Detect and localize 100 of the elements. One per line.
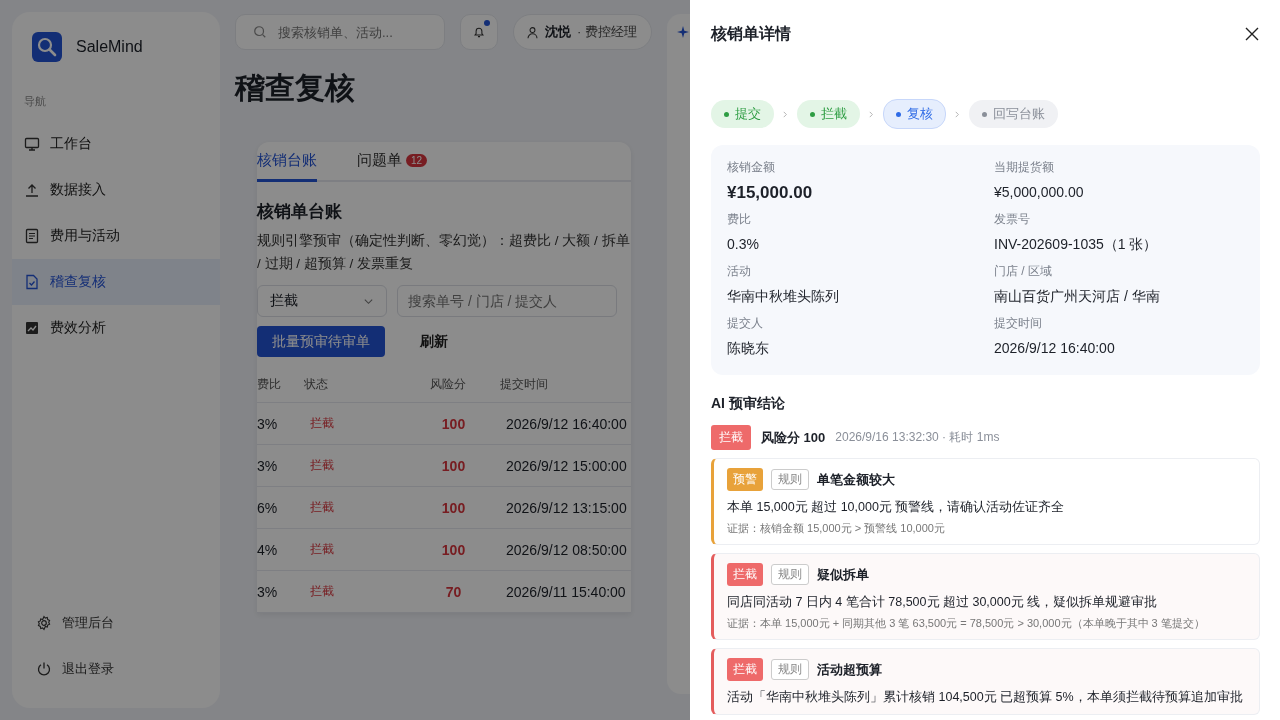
nav-item[interactable]: 工作台 bbox=[12, 121, 220, 167]
field-label: 当期提货额 bbox=[994, 159, 1055, 176]
field-label: 门店 / 区域 bbox=[994, 263, 1053, 280]
field-value: ¥15,000.00 bbox=[727, 183, 814, 203]
search-field[interactable]: 搜索核销单、活动... bbox=[235, 14, 445, 50]
upload-icon bbox=[24, 182, 40, 198]
drawer-title: 核销单详情 bbox=[711, 23, 791, 44]
column-header: 风险分 bbox=[428, 376, 467, 393]
verdict-tag: 拦截 bbox=[711, 425, 751, 450]
column-header: 费比 bbox=[257, 376, 282, 393]
risk-score: 100 bbox=[440, 457, 467, 474]
table-cell-text: 6% bbox=[257, 499, 279, 516]
search-field[interactable]: 搜索单号 / 门店 / 提交人 bbox=[397, 285, 617, 317]
table-cell-text: 2026/9/12 13:15:00 bbox=[506, 499, 628, 516]
severity-tag: 拦截 bbox=[727, 563, 763, 586]
tab[interactable]: 问题单 12 bbox=[357, 142, 428, 182]
table-cell-text: 3% bbox=[257, 415, 279, 432]
section-title: 核销单台账 bbox=[257, 201, 343, 223]
field-value: 南山百货广州天河店 / 华南 bbox=[994, 288, 1161, 306]
source-tag: 规则 bbox=[771, 564, 809, 585]
step-pill: 拦截 bbox=[797, 100, 860, 128]
settings-icon bbox=[36, 615, 52, 631]
table-cell-text: 2026/9/12 15:00:00 bbox=[506, 457, 628, 474]
user-name: 沈悦 bbox=[545, 23, 571, 41]
status-select[interactable]: 拦截 bbox=[257, 285, 387, 317]
table-cell-text: 3% bbox=[257, 457, 279, 474]
sidebar-footer-item[interactable]: 退出登录 bbox=[36, 646, 220, 692]
power-icon bbox=[36, 661, 52, 677]
field-label: 核销金额 bbox=[727, 159, 776, 176]
logo-icon bbox=[32, 32, 62, 62]
close-icon[interactable] bbox=[1244, 26, 1260, 42]
status-text: 拦截 bbox=[309, 541, 335, 558]
risk-score: 100 bbox=[440, 499, 467, 516]
nav-item[interactable]: 费效分析 bbox=[12, 305, 220, 351]
field-label: 活动 bbox=[727, 263, 752, 280]
search-icon bbox=[253, 25, 267, 39]
batch-review-button[interactable]: 批量预审待审单 bbox=[257, 326, 385, 357]
table-cell-text: 2026/9/12 08:50:00 bbox=[506, 541, 628, 558]
rule-message: 同店同活动 7 日内 4 笔合计 78,500元 超过 30,000元 线，疑似拆单规避审批 bbox=[727, 594, 1159, 611]
count-badge: 12 bbox=[406, 154, 428, 167]
source-tag: 规则 bbox=[771, 469, 809, 490]
risk-score: 100 bbox=[440, 415, 467, 432]
rule-evidence: 证据：核销金额 15,000元 > 预警线 10,000元 bbox=[727, 521, 946, 536]
status-text: 拦截 bbox=[309, 415, 335, 432]
field-value: INV-202609-1035（1 张） bbox=[994, 236, 1159, 254]
rule-message: 本单 15,000元 超过 10,000元 预警线，请确认活动佐证齐全 bbox=[727, 499, 1066, 516]
refresh-button[interactable]: 刷新 bbox=[405, 326, 463, 357]
tab[interactable]: 核销台账 bbox=[257, 142, 317, 182]
user-menu[interactable]: 沈悦 · 费控经理 bbox=[513, 14, 652, 50]
risk-score: 风险分 100 bbox=[761, 428, 826, 447]
field-value: 2026/9/12 16:40:00 bbox=[994, 340, 1116, 356]
step-pill: 回写台账 bbox=[969, 100, 1058, 128]
chevron-right-icon bbox=[954, 110, 961, 118]
user-role: · 费控经理 bbox=[577, 23, 637, 41]
nav-item[interactable]: 费用与活动 bbox=[12, 213, 220, 259]
status-text: 拦截 bbox=[309, 583, 335, 600]
description: 规则引擎预审（确定性判断、零幻觉）：超费比 / 大额 / 拆单 / 过期 / 超预算 / 发票重复 bbox=[257, 232, 631, 273]
step-pill: 提交 bbox=[711, 100, 774, 128]
table-cell-text: 2026/9/11 15:40:00 bbox=[506, 583, 627, 600]
step-pill: 复核 bbox=[883, 99, 946, 129]
table-cell-text: 3% bbox=[257, 583, 279, 600]
column-header: 状态 bbox=[304, 376, 329, 393]
severity-tag: 拦截 bbox=[727, 658, 763, 681]
field-label: 提交人 bbox=[727, 315, 764, 332]
verdict-meta: 2026/9/16 13:32:30 · 耗时 1ms bbox=[835, 429, 1000, 446]
field-value: 华南中秋堆头陈列 bbox=[727, 288, 840, 306]
rule-title: 疑似拆单 bbox=[817, 565, 869, 584]
notification-button[interactable] bbox=[460, 14, 498, 50]
section-title: AI 预审结论 bbox=[711, 395, 786, 413]
bell-icon bbox=[472, 25, 486, 39]
severity-tag: 预警 bbox=[727, 468, 763, 491]
rule-title: 活动超预算 bbox=[817, 660, 882, 679]
sidebar-footer-item[interactable]: 管理后台 bbox=[36, 600, 220, 646]
nav-item[interactable]: 稽查复核 bbox=[12, 259, 220, 305]
chevron-right-icon bbox=[782, 110, 789, 118]
monitor-icon bbox=[24, 136, 40, 152]
user-icon bbox=[526, 25, 539, 39]
rule-message: 活动「华南中秋堆头陈列」累计核销 104,500元 已超预算 5%，本单须拦截待预算追加审批 bbox=[727, 689, 1244, 706]
table-cell-text: 4% bbox=[257, 541, 279, 558]
source-tag: 规则 bbox=[771, 659, 809, 680]
risk-score: 100 bbox=[440, 541, 467, 558]
brand-name: SaleMind bbox=[76, 38, 143, 56]
risk-score: 70 bbox=[444, 583, 463, 600]
page-title: 稽查复核 bbox=[235, 70, 356, 106]
table-cell-text: 2026/9/12 16:40:00 bbox=[506, 415, 628, 432]
field-label: 费比 bbox=[727, 211, 752, 228]
field-label: 发票号 bbox=[994, 211, 1031, 228]
status-text: 拦截 bbox=[309, 457, 335, 474]
field-value: 陈晓东 bbox=[727, 340, 770, 358]
chart-icon bbox=[24, 320, 40, 336]
document-icon bbox=[24, 228, 40, 244]
rule-evidence: 证据：本单 15,000元 + 同期其他 3 笔 63,500元 = 78,500元 > 30,000元（本单晚于其中 3 笔提交） bbox=[727, 616, 1206, 631]
sparkle-icon bbox=[676, 26, 689, 38]
chevron-right-icon bbox=[868, 110, 875, 118]
rule-title: 单笔金额较大 bbox=[817, 470, 895, 489]
field-label: 提交时间 bbox=[994, 315, 1043, 332]
nav-item[interactable]: 数据接入 bbox=[12, 167, 220, 213]
status-text: 拦截 bbox=[309, 499, 335, 516]
field-value: 0.3% bbox=[727, 236, 760, 252]
column-header: 提交时间 bbox=[500, 376, 549, 393]
